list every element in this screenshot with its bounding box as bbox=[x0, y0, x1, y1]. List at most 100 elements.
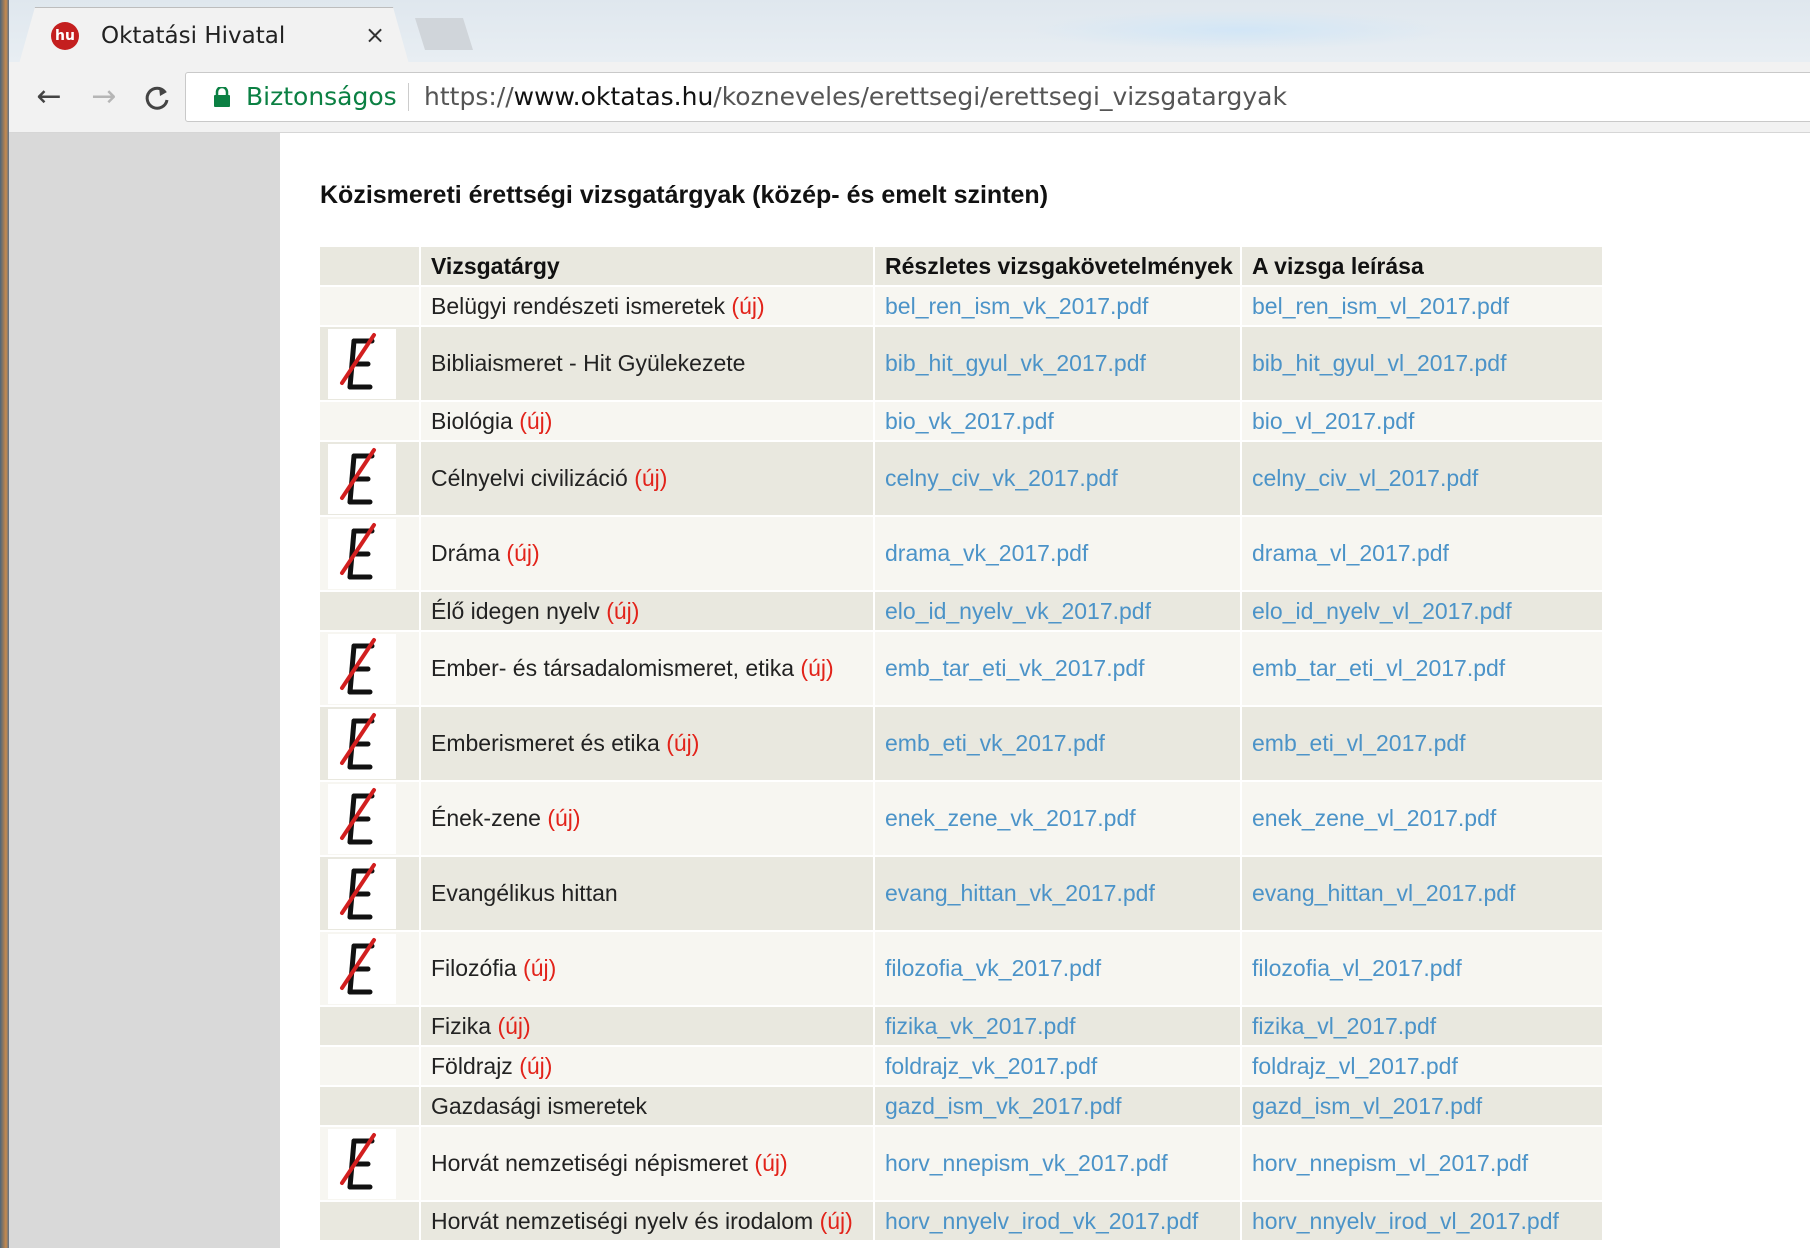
row-icon-cell bbox=[320, 1086, 421, 1127]
table-row: Élő idegen nyelv (új) elo_id_nyelv_vk_201… bbox=[320, 591, 1604, 632]
description-link[interactable]: drama_vl_2017.pdf bbox=[1241, 516, 1604, 592]
requirements-link[interactable]: bio_vk_2017.pdf bbox=[874, 401, 1242, 442]
row-icon-cell bbox=[320, 781, 421, 857]
subject-cell: Gazdasági ismeretek bbox=[420, 1086, 875, 1127]
subject-cell: Filozófia (új) bbox=[420, 931, 875, 1007]
row-icon-cell bbox=[320, 591, 421, 632]
table-row: Ember- és társadalomismeret, etika (új) e… bbox=[320, 631, 1604, 707]
new-marker: (új) bbox=[666, 730, 700, 756]
subject-cell: Biológia (új) bbox=[420, 401, 875, 442]
description-link[interactable]: horv_nnyelv_irod_vl_2017.pdf bbox=[1241, 1201, 1604, 1242]
tab-strip: hu Oktatási Hivatal × bbox=[9, 0, 1810, 64]
subject-name: Bibliaismeret - Hit Gyülekezete bbox=[431, 350, 746, 376]
requirements-link[interactable]: emb_eti_vk_2017.pdf bbox=[874, 706, 1242, 782]
requirements-link[interactable]: gazd_ism_vk_2017.pdf bbox=[874, 1086, 1242, 1127]
description-link[interactable]: celny_civ_vl_2017.pdf bbox=[1241, 441, 1604, 517]
description-link[interactable]: bib_hit_gyul_vl_2017.pdf bbox=[1241, 326, 1604, 402]
table-row: Bibliaismeret - Hit Gyülekezete bib_hit_… bbox=[320, 326, 1604, 402]
description-link[interactable]: evang_hittan_vl_2017.pdf bbox=[1241, 856, 1604, 932]
subject-name: Belügyi rendészeti ismeretek bbox=[431, 292, 726, 319]
url-scheme: https:// bbox=[424, 82, 514, 111]
new-marker: (új) bbox=[547, 805, 581, 831]
forward-arrow-icon[interactable]: → bbox=[86, 80, 122, 116]
description-link[interactable]: horv_nnepism_vl_2017.pdf bbox=[1241, 1126, 1604, 1202]
requirements-link[interactable]: foldrajz_vk_2017.pdf bbox=[874, 1046, 1242, 1087]
e-exam-icon bbox=[328, 443, 418, 514]
row-icon-cell bbox=[320, 1006, 421, 1047]
requirements-link[interactable]: bel_ren_ism_vk_2017.pdf bbox=[874, 286, 1242, 327]
subject-name: Fizika bbox=[431, 1012, 492, 1039]
row-icon-cell bbox=[320, 1126, 421, 1202]
new-marker: (új) bbox=[819, 1207, 853, 1234]
subject-cell: Belügyi rendészeti ismeretek (új) bbox=[420, 286, 875, 327]
requirements-link[interactable]: evang_hittan_vk_2017.pdf bbox=[874, 856, 1242, 932]
description-link[interactable]: bio_vl_2017.pdf bbox=[1241, 401, 1604, 442]
back-arrow-icon[interactable]: ← bbox=[31, 80, 67, 116]
new-marker: (új) bbox=[523, 955, 557, 981]
table-row: Filozófia (új) filozofia_vk_2017.pdf filoz… bbox=[320, 931, 1604, 1007]
requirements-link[interactable]: filozofia_vk_2017.pdf bbox=[874, 931, 1242, 1007]
requirements-link[interactable]: horv_nnepism_vk_2017.pdf bbox=[874, 1126, 1242, 1202]
description-link[interactable]: bel_ren_ism_vl_2017.pdf bbox=[1241, 286, 1604, 327]
requirements-link[interactable]: drama_vk_2017.pdf bbox=[874, 516, 1242, 592]
table-header-row: Vizsgatárgy Részletes vizsgakövetelménye… bbox=[320, 247, 1604, 287]
new-marker: (új) bbox=[506, 540, 540, 566]
table-row: Fizika (új) fizika_vk_2017.pdf fizika_vl_2… bbox=[320, 1006, 1604, 1047]
subjects-table: Vizsgatárgy Részletes vizsgakövetelménye… bbox=[320, 247, 1604, 1242]
subject-cell: Célnyelvi civilizáció (új) bbox=[420, 441, 875, 517]
requirements-link[interactable]: celny_civ_vk_2017.pdf bbox=[874, 441, 1242, 517]
e-exam-icon bbox=[328, 783, 418, 854]
requirements-link[interactable]: emb_tar_eti_vk_2017.pdf bbox=[874, 631, 1242, 707]
column-header-subject: Vizsgatárgy bbox=[420, 247, 875, 287]
description-link[interactable]: elo_id_nyelv_vl_2017.pdf bbox=[1241, 591, 1604, 632]
url-domain: www.oktatas.hu bbox=[513, 82, 714, 111]
e-exam-icon bbox=[328, 633, 418, 704]
new-marker: (új) bbox=[800, 655, 834, 681]
description-link[interactable]: gazd_ism_vl_2017.pdf bbox=[1241, 1086, 1604, 1127]
requirements-link[interactable]: bib_hit_gyul_vk_2017.pdf bbox=[874, 326, 1242, 402]
subject-cell: Fizika (új) bbox=[420, 1006, 875, 1047]
new-marker: (új) bbox=[519, 407, 553, 434]
requirements-link[interactable]: horv_nnyelv_irod_vk_2017.pdf bbox=[874, 1201, 1242, 1242]
subject-name: Élő idegen nyelv bbox=[431, 597, 600, 624]
table-row: Ének-zene (új) enek_zene_vk_2017.pdf enek_… bbox=[320, 781, 1604, 857]
oktatas-hu-favicon-icon: hu bbox=[51, 22, 79, 50]
subject-cell: Ének-zene (új) bbox=[420, 781, 875, 857]
subject-name: Ének-zene bbox=[431, 805, 541, 831]
url-text[interactable]: https://www.oktatas.hu/kozneveles/eretts… bbox=[424, 82, 1287, 112]
description-link[interactable]: foldrajz_vl_2017.pdf bbox=[1241, 1046, 1604, 1087]
e-exam-icon bbox=[328, 708, 418, 779]
e-exam-icon bbox=[328, 933, 418, 1004]
description-link[interactable]: fizika_vl_2017.pdf bbox=[1241, 1006, 1604, 1047]
lock-icon bbox=[214, 85, 230, 107]
table-row: Földrajz (új) foldrajz_vk_2017.pdf foldraj… bbox=[320, 1046, 1604, 1087]
new-tab-button[interactable] bbox=[415, 18, 473, 50]
row-icon-cell bbox=[320, 286, 421, 327]
omnibox-divider bbox=[408, 83, 409, 111]
e-exam-icon bbox=[328, 1128, 418, 1199]
row-icon-cell bbox=[320, 856, 421, 932]
requirements-link[interactable]: elo_id_nyelv_vk_2017.pdf bbox=[874, 591, 1242, 632]
requirements-link[interactable]: fizika_vk_2017.pdf bbox=[874, 1006, 1242, 1047]
description-link[interactable]: enek_zene_vl_2017.pdf bbox=[1241, 781, 1604, 857]
column-header-icon bbox=[320, 247, 421, 287]
subject-cell: Dráma (új) bbox=[420, 516, 875, 592]
new-marker: (új) bbox=[634, 465, 668, 491]
reload-icon[interactable] bbox=[139, 80, 175, 116]
description-link[interactable]: filozofia_vl_2017.pdf bbox=[1241, 931, 1604, 1007]
subject-name: Horvát nemzetiségi nyelv és irodalom bbox=[431, 1207, 814, 1234]
row-icon-cell bbox=[320, 401, 421, 442]
new-marker: (új) bbox=[731, 292, 765, 319]
address-bar[interactable]: Biztonságos https://www.oktatas.hu/kozne… bbox=[185, 72, 1810, 122]
subject-name: Gazdasági ismeretek bbox=[431, 1092, 648, 1119]
description-link[interactable]: emb_eti_vl_2017.pdf bbox=[1241, 706, 1604, 782]
new-marker: (új) bbox=[606, 597, 640, 624]
row-icon-cell bbox=[320, 631, 421, 707]
e-exam-icon bbox=[328, 858, 418, 929]
subject-name: Célnyelvi civilizáció bbox=[431, 465, 628, 491]
table-row: Biológia (új) bio_vk_2017.pdf bio_vl_2017.… bbox=[320, 401, 1604, 442]
requirements-link[interactable]: enek_zene_vk_2017.pdf bbox=[874, 781, 1242, 857]
tab-close-icon[interactable]: × bbox=[365, 20, 385, 50]
subject-cell: Bibliaismeret - Hit Gyülekezete bbox=[420, 326, 875, 402]
description-link[interactable]: emb_tar_eti_vl_2017.pdf bbox=[1241, 631, 1604, 707]
